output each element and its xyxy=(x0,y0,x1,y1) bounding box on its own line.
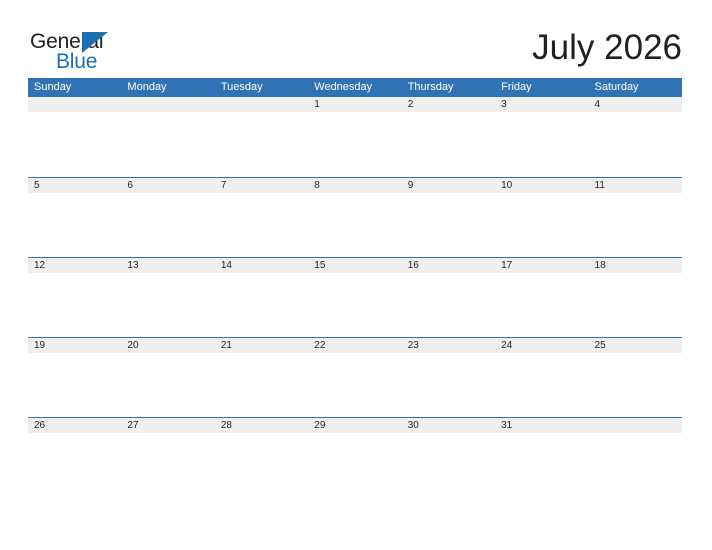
weekday-header-saturday: Saturday xyxy=(594,81,639,93)
week-row-3: 12 13 14 15 16 17 18 xyxy=(28,257,682,338)
day-cell[interactable]: 19 xyxy=(28,338,121,353)
week-row-5: 26 27 28 29 30 31 xyxy=(28,417,682,498)
logo-text-blue: Blue xyxy=(56,50,98,73)
weekday-header-row: Sunday Monday Tuesday Wednesday Thursday… xyxy=(28,78,682,97)
day-cell[interactable] xyxy=(28,97,121,112)
day-cell[interactable]: 9 xyxy=(402,178,495,193)
day-cell[interactable]: 24 xyxy=(495,338,588,353)
day-cell[interactable]: 16 xyxy=(402,258,495,273)
week-event-area[interactable] xyxy=(28,193,682,258)
day-cell[interactable]: 13 xyxy=(121,258,214,273)
day-cell[interactable]: 12 xyxy=(28,258,121,273)
week-row-4: 19 20 21 22 23 24 25 xyxy=(28,337,682,418)
day-cell[interactable]: 8 xyxy=(308,178,401,193)
week-event-area[interactable] xyxy=(28,112,682,177)
week-row-1: 1 2 3 4 xyxy=(28,97,682,177)
day-cell[interactable]: 23 xyxy=(402,338,495,353)
day-cell[interactable]: 29 xyxy=(308,418,401,433)
day-cell[interactable] xyxy=(589,418,682,433)
day-cell[interactable]: 7 xyxy=(215,178,308,193)
week-event-area[interactable] xyxy=(28,433,682,498)
day-cell[interactable]: 6 xyxy=(121,178,214,193)
week-event-area[interactable] xyxy=(28,353,682,418)
date-band: 5 6 7 8 9 10 11 xyxy=(28,178,682,193)
calendar-grid: Sunday Monday Tuesday Wednesday Thursday… xyxy=(28,78,682,498)
day-cell[interactable] xyxy=(215,97,308,112)
day-cell[interactable]: 2 xyxy=(402,97,495,112)
day-cell[interactable]: 20 xyxy=(121,338,214,353)
week-row-2: 5 6 7 8 9 10 11 xyxy=(28,177,682,258)
day-cell[interactable]: 31 xyxy=(495,418,588,433)
day-cell[interactable]: 14 xyxy=(215,258,308,273)
day-cell[interactable]: 17 xyxy=(495,258,588,273)
day-cell[interactable]: 30 xyxy=(402,418,495,433)
day-cell[interactable]: 3 xyxy=(495,97,588,112)
day-cell[interactable]: 21 xyxy=(215,338,308,353)
weekday-header-wednesday: Wednesday xyxy=(314,81,373,93)
date-band: 12 13 14 15 16 17 18 xyxy=(28,258,682,273)
weekday-header-sunday: Sunday xyxy=(34,81,72,93)
date-band: 1 2 3 4 xyxy=(28,97,682,112)
date-band: 19 20 21 22 23 24 25 xyxy=(28,338,682,353)
weekday-header-tuesday: Tuesday xyxy=(220,81,263,93)
day-cell[interactable]: 15 xyxy=(308,258,401,273)
day-cell[interactable]: 25 xyxy=(589,338,682,353)
page-title: July 2026 xyxy=(532,28,682,67)
weekday-header-thursday: Thursday xyxy=(407,81,454,93)
page-header: General Blue July 2026 xyxy=(0,0,712,76)
weekday-header-friday: Friday xyxy=(501,81,532,93)
day-cell[interactable]: 26 xyxy=(28,418,121,433)
day-cell[interactable]: 11 xyxy=(589,178,682,193)
day-cell[interactable]: 10 xyxy=(495,178,588,193)
day-cell[interactable]: 18 xyxy=(589,258,682,273)
week-event-area[interactable] xyxy=(28,273,682,338)
day-cell[interactable]: 5 xyxy=(28,178,121,193)
day-cell[interactable]: 22 xyxy=(308,338,401,353)
day-cell[interactable]: 27 xyxy=(121,418,214,433)
day-cell[interactable]: 4 xyxy=(589,97,682,112)
day-cell[interactable]: 1 xyxy=(308,97,401,112)
day-cell[interactable]: 28 xyxy=(215,418,308,433)
general-blue-logo[interactable]: General Blue xyxy=(30,30,150,73)
day-cell[interactable] xyxy=(121,97,214,112)
weekday-header-monday: Monday xyxy=(127,81,167,93)
date-band: 26 27 28 29 30 31 xyxy=(28,418,682,433)
